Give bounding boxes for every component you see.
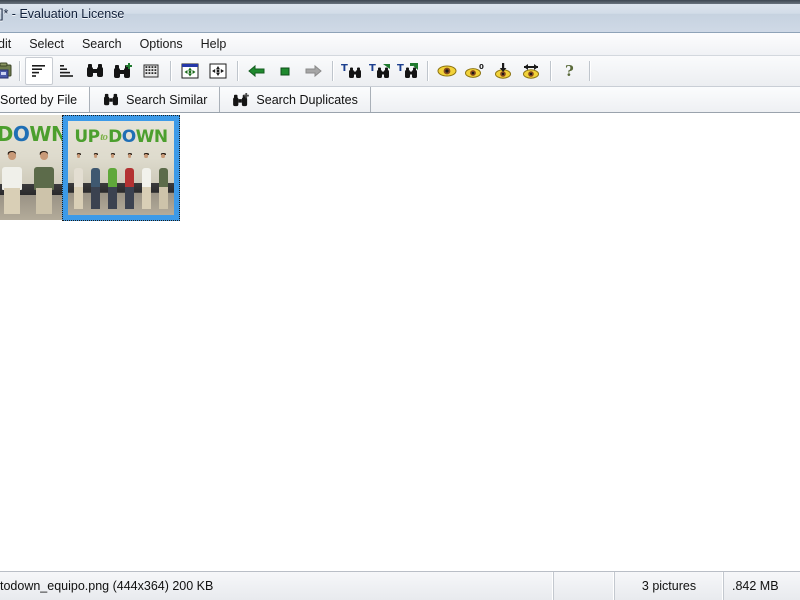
grid-icon[interactable]: [137, 57, 165, 85]
tab-search-duplicates-label: Search Duplicates: [256, 92, 358, 107]
tab-search-similar[interactable]: Search Similar: [90, 87, 221, 112]
status-picture-count: 3 pictures: [615, 572, 724, 600]
window-title: ]* - Evaluation License: [0, 7, 125, 21]
tab-search-duplicates[interactable]: Search Duplicates: [220, 87, 371, 112]
help-question-icon[interactable]: ?: [556, 57, 584, 85]
tab-sorted-by-file-label: Sorted by File: [0, 92, 78, 107]
toolbar-separator: [19, 61, 20, 81]
application-window: ]* - Evaluation License dit Select Searc…: [0, 0, 800, 600]
menu-item-options[interactable]: Options: [131, 35, 192, 53]
menu-item-edit[interactable]: dit: [0, 35, 20, 53]
svg-text:T: T: [369, 63, 376, 74]
toolbar-separator: [427, 61, 428, 81]
toolbar-separator: [170, 61, 171, 81]
binoculars-icon: [102, 93, 120, 107]
svg-text:?: ?: [565, 62, 574, 80]
sort-descending-icon[interactable]: [25, 57, 53, 85]
binoculars-icon[interactable]: [81, 57, 109, 85]
svg-text:T: T: [397, 63, 404, 74]
tab-search-similar-label: Search Similar: [126, 92, 208, 107]
svg-text:T: T: [341, 63, 348, 74]
fit-image-icon[interactable]: [176, 57, 204, 85]
status-file-info: todown_equipo.png (444x364) 200 KB: [0, 572, 554, 600]
status-bar: todown_equipo.png (444x364) 200 KB 3 pic…: [0, 571, 800, 600]
menu-item-select[interactable]: Select: [20, 35, 73, 53]
back-arrow-icon[interactable]: [243, 57, 271, 85]
text-search-icon[interactable]: T: [338, 57, 366, 85]
svg-text:0: 0: [479, 63, 484, 71]
thumbnail-1-image: UPtoDOWN: [0, 115, 62, 220]
toolbar-separator: [550, 61, 551, 81]
menu-item-help[interactable]: Help: [192, 35, 236, 53]
menu-bar: dit Select Search Options Help: [0, 33, 800, 56]
toolbar-separator: [237, 61, 238, 81]
stop-square-icon[interactable]: [271, 57, 299, 85]
title-bar[interactable]: ]* - Evaluation License: [0, 0, 800, 33]
save-briefcase-icon[interactable]: [0, 57, 14, 85]
eye-icon[interactable]: [433, 57, 461, 85]
thumbnail-panel[interactable]: UPtoDOWN UPtoDOWN: [0, 113, 800, 571]
fit-window-icon[interactable]: [204, 57, 232, 85]
thumbnail-2[interactable]: UP to D O WN: [62, 115, 180, 221]
binoculars-plus-icon: [232, 92, 250, 107]
menu-item-search[interactable]: Search: [73, 35, 131, 53]
text-search-all-icon[interactable]: T: [394, 57, 422, 85]
toolbar: T T T 0 ?: [0, 56, 800, 87]
eye-down-icon[interactable]: [489, 57, 517, 85]
status-spacer: [554, 572, 615, 600]
status-total-size: .842 MB: [732, 579, 779, 593]
forward-arrow-icon[interactable]: [299, 57, 327, 85]
thumbnail-row: UPtoDOWN UPtoDOWN: [0, 115, 180, 221]
toolbar-separator: [332, 61, 333, 81]
sort-ascending-icon[interactable]: [53, 57, 81, 85]
thumbnail-2-image: UP to D O WN: [68, 121, 174, 215]
eye-swap-icon[interactable]: [517, 57, 545, 85]
binoculars-plus-icon[interactable]: [109, 57, 137, 85]
tab-strip: Sorted by File Search Similar Search Dup…: [0, 87, 800, 113]
tab-sorted-by-file[interactable]: Sorted by File: [0, 87, 91, 112]
text-search-next-icon[interactable]: T: [366, 57, 394, 85]
toolbar-separator: [589, 61, 590, 81]
thumbnail-1[interactable]: UPtoDOWN: [0, 115, 62, 220]
eye-zero-icon[interactable]: 0: [461, 57, 489, 85]
